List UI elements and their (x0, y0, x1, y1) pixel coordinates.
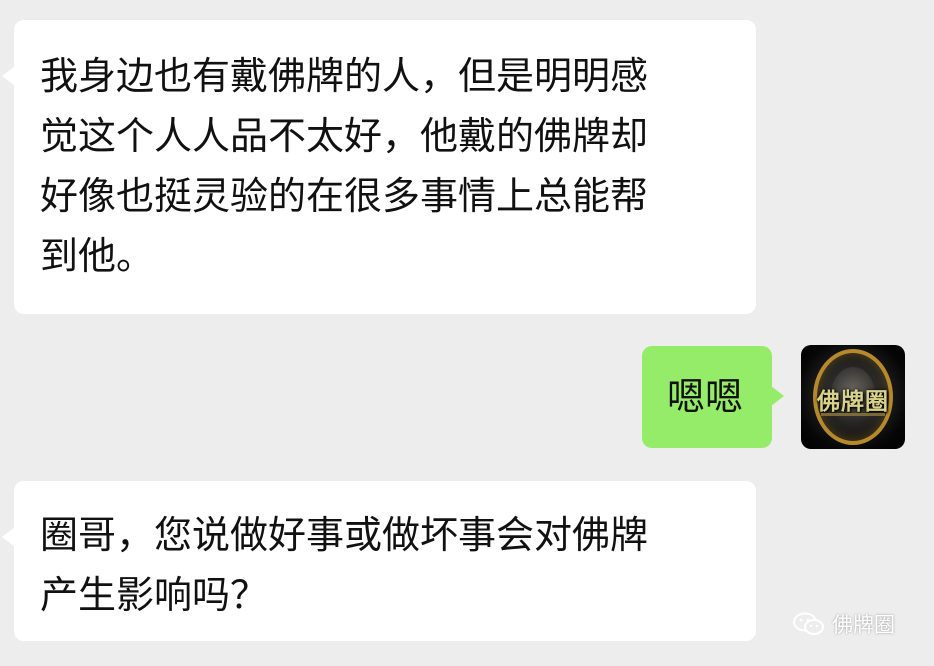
wechat-icon (793, 612, 824, 635)
message-line: 好像也挺灵验的在很多事情上总能帮 (40, 174, 649, 218)
message-line: 圈哥，您说做好事或做坏事会对佛牌 (40, 513, 649, 557)
message-line: 产生影响吗？ (40, 573, 269, 617)
watermark: 佛牌圈 (792, 609, 895, 639)
message-line: 觉这个人人品不太好，他戴的佛牌却 (40, 114, 649, 158)
incoming-message-bubble[interactable]: 圈哥，您说做好事或做坏事会对佛牌 产生影响吗？ (2, 481, 756, 641)
bubble-tail (2, 66, 15, 86)
bubble-tail (2, 527, 15, 547)
watermark-text: 佛牌圈 (832, 613, 895, 637)
bubble-tail (771, 386, 784, 406)
incoming-message-bubble[interactable]: 我身边也有戴佛牌的人，但是明明感 觉这个人人品不太好，他戴的佛牌却 好像也挺灵验… (2, 20, 756, 314)
message-line: 我身边也有戴佛牌的人，但是明明感 (40, 54, 649, 98)
message-line: 嗯嗯 (667, 375, 744, 419)
message-line: 到他。 (40, 234, 155, 278)
outgoing-message-bubble[interactable]: 嗯嗯 (642, 346, 784, 448)
sender-avatar[interactable]: 佛牌圈 (801, 345, 905, 449)
avatar-logo-text: 佛牌圈 (817, 388, 889, 415)
avatar-logo-underline (821, 413, 885, 416)
